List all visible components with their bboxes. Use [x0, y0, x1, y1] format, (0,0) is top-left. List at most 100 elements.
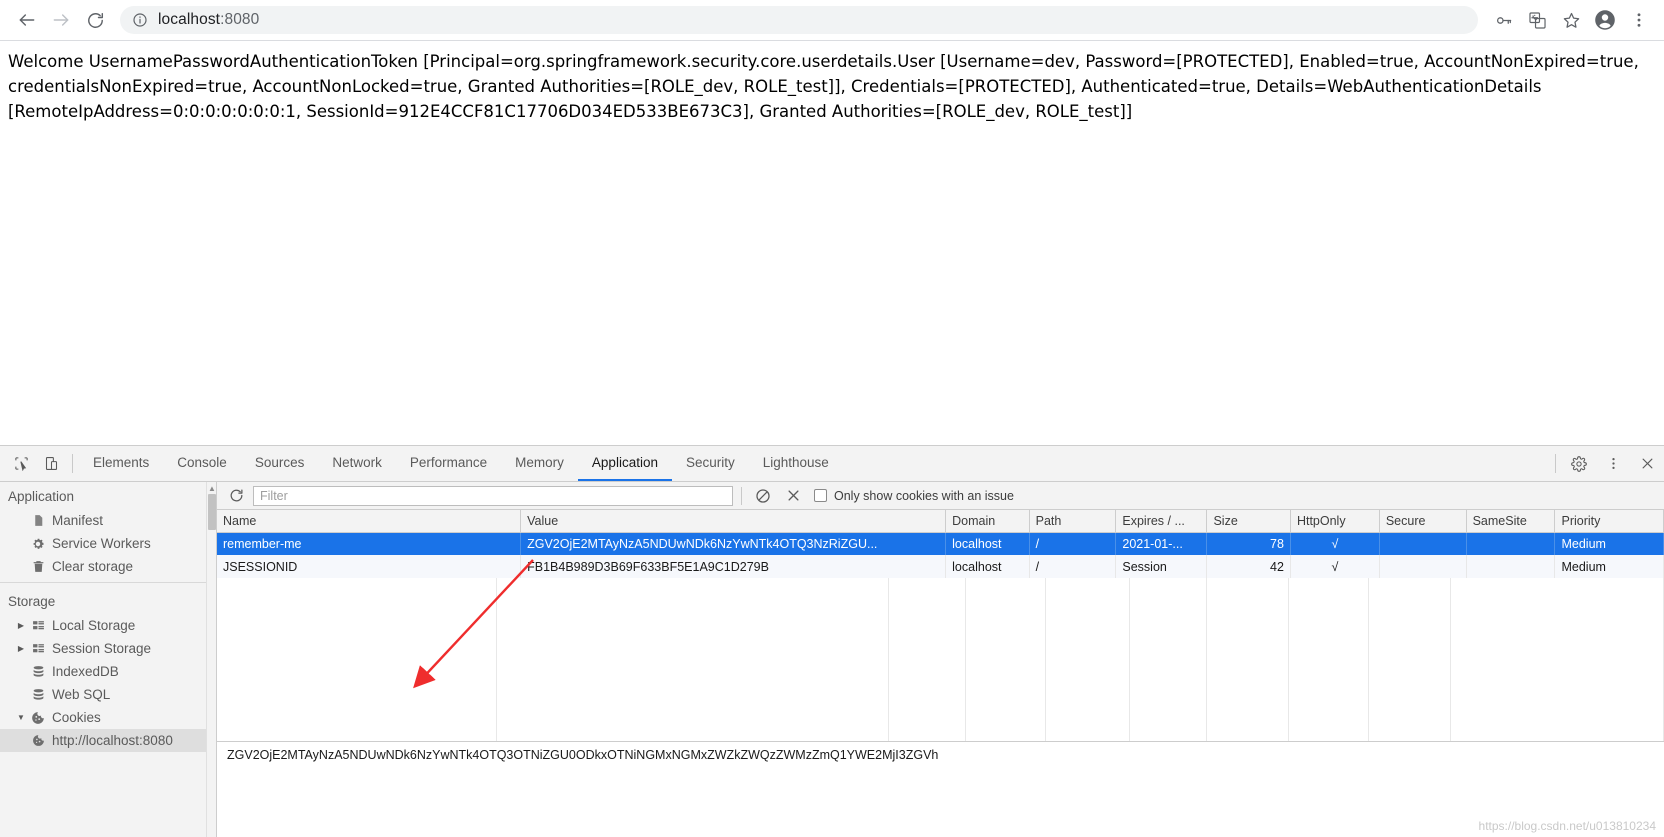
- tab-performance[interactable]: Performance: [396, 446, 501, 481]
- chevron-placeholder-icon: ▶: [14, 667, 28, 676]
- column-header-size[interactable]: Size: [1206, 510, 1291, 533]
- address-bar[interactable]: localhost:8080: [120, 6, 1478, 34]
- only-issues-checkbox[interactable]: Only show cookies with an issue: [814, 489, 1014, 503]
- cell-priority[interactable]: Medium: [1554, 555, 1664, 578]
- sidebar-item-cookies[interactable]: ▼ Cookies: [0, 706, 216, 729]
- more-menu-icon[interactable]: [1624, 5, 1654, 35]
- sidebar-item-indexeddb[interactable]: ▶ IndexedDB: [0, 660, 216, 683]
- cell-priority[interactable]: Medium: [1554, 532, 1664, 555]
- application-sidebar: Application Manifest Service Workers Cle…: [0, 482, 217, 837]
- tab-memory[interactable]: Memory: [501, 446, 578, 481]
- cell-size[interactable]: 42: [1206, 555, 1291, 578]
- forward-button[interactable]: [44, 3, 78, 37]
- column-header-samesite[interactable]: SameSite: [1466, 510, 1556, 533]
- tab-security[interactable]: Security: [672, 446, 749, 481]
- column-header-path[interactable]: Path: [1029, 510, 1117, 533]
- tab-lighthouse[interactable]: Lighthouse: [749, 446, 843, 481]
- cell-size[interactable]: 78: [1206, 532, 1291, 555]
- tab-network[interactable]: Network: [318, 446, 396, 481]
- url-host: localhost: [158, 11, 221, 28]
- cell-httponly[interactable]: √: [1290, 532, 1380, 555]
- checkbox-box[interactable]: [814, 489, 827, 502]
- scrollbar-thumb[interactable]: [208, 494, 216, 530]
- cell-value[interactable]: FB1B4B989D3B69F633BF5E1A9C1D279B: [520, 555, 947, 578]
- password-key-icon[interactable]: [1488, 5, 1518, 35]
- tab-application[interactable]: Application: [577, 446, 672, 481]
- table-row[interactable]: remember-me ZGV2OjE2MTAyNzA5NDUwNDk6NzYw…: [217, 532, 1664, 555]
- cell-domain[interactable]: localhost: [945, 532, 1030, 555]
- cookies-table: Name Value Domain Path Expires / ... Siz…: [217, 510, 1664, 578]
- inspect-element-icon[interactable]: [6, 446, 36, 481]
- cell-secure[interactable]: [1379, 532, 1467, 555]
- clear-all-cookies-icon[interactable]: [750, 484, 776, 508]
- chevron-down-icon[interactable]: ▼: [14, 713, 28, 722]
- device-toolbar-icon[interactable]: [36, 446, 66, 481]
- document-icon: [28, 514, 48, 527]
- sidebar-item-label: Local Storage: [52, 618, 136, 633]
- sidebar-scrollbar[interactable]: ▲: [206, 482, 216, 837]
- sidebar-item-clear-storage[interactable]: Clear storage: [0, 555, 216, 578]
- sidebar-item-label: Cookies: [52, 710, 101, 725]
- fill-column: [1451, 578, 1664, 741]
- sidebar-item-local-storage[interactable]: ▶ Local Storage: [0, 614, 216, 637]
- cell-expires[interactable]: 2021-01-...: [1115, 532, 1208, 555]
- cell-path[interactable]: /: [1029, 555, 1117, 578]
- cell-path[interactable]: /: [1029, 532, 1117, 555]
- page-content: Welcome UsernamePasswordAuthenticationTo…: [0, 41, 1664, 445]
- database-icon: [28, 688, 48, 701]
- sidebar-item-label: IndexedDB: [52, 664, 119, 679]
- gear-icon[interactable]: [1562, 446, 1596, 481]
- tab-sources[interactable]: Sources: [241, 446, 319, 481]
- sidebar-item-label: Clear storage: [52, 559, 134, 574]
- site-information-icon[interactable]: [132, 12, 148, 28]
- sidebar-section-application: Application: [8, 489, 75, 504]
- column-header-value[interactable]: Value: [520, 510, 947, 533]
- column-header-domain[interactable]: Domain: [945, 510, 1030, 533]
- column-header-priority[interactable]: Priority: [1554, 510, 1664, 533]
- chevron-right-icon[interactable]: ▶: [14, 621, 28, 630]
- delete-selected-cookie-icon[interactable]: [780, 484, 806, 508]
- address-bar-text: localhost:8080: [158, 11, 259, 29]
- sidebar-item-cookie-origin[interactable]: http://localhost:8080: [0, 729, 216, 752]
- cell-samesite[interactable]: [1466, 555, 1556, 578]
- cell-value[interactable]: ZGV2OjE2MTAyNzA5NDUwNDk6NzYwNTk4OTQ3NzRi…: [520, 532, 947, 555]
- more-vertical-icon[interactable]: [1596, 446, 1630, 481]
- cell-httponly[interactable]: √: [1290, 555, 1380, 578]
- profile-avatar-icon[interactable]: [1590, 5, 1620, 35]
- column-header-name[interactable]: Name: [217, 510, 522, 533]
- url-port: :8080: [220, 11, 260, 28]
- cell-name[interactable]: JSESSIONID: [217, 555, 522, 578]
- column-header-httponly[interactable]: HttpOnly: [1290, 510, 1380, 533]
- sidebar-item-manifest[interactable]: Manifest: [0, 509, 216, 532]
- actions-divider: [1555, 454, 1556, 473]
- authentication-token-text: Welcome UsernamePasswordAuthenticationTo…: [8, 52, 1639, 121]
- cell-domain[interactable]: localhost: [945, 555, 1030, 578]
- tab-elements[interactable]: Elements: [79, 446, 163, 481]
- translate-icon[interactable]: [1522, 5, 1552, 35]
- scroll-up-icon[interactable]: ▲: [208, 484, 216, 493]
- cell-name[interactable]: remember-me: [217, 532, 522, 555]
- tab-console[interactable]: Console: [163, 446, 241, 481]
- sidebar-item-web-sql[interactable]: ▶ Web SQL: [0, 683, 216, 706]
- bookmark-star-icon[interactable]: [1556, 5, 1586, 35]
- refresh-icon[interactable]: [223, 484, 249, 508]
- table-row[interactable]: JSESSIONID FB1B4B989D3B69F633BF5E1A9C1D2…: [217, 555, 1664, 578]
- column-header-expires[interactable]: Expires / ...: [1115, 510, 1208, 533]
- reload-button[interactable]: [78, 3, 112, 37]
- table-icon: [28, 642, 48, 655]
- sidebar-item-session-storage[interactable]: ▶ Session Storage: [0, 637, 216, 660]
- cell-expires[interactable]: Session: [1115, 555, 1208, 578]
- browser-actions: [1488, 5, 1654, 35]
- fill-column: [889, 578, 966, 741]
- cell-secure[interactable]: [1379, 555, 1467, 578]
- fill-column: [1369, 578, 1451, 741]
- filter-input[interactable]: Filter: [253, 485, 733, 506]
- fill-column: [497, 578, 889, 741]
- sidebar-item-service-workers[interactable]: Service Workers: [0, 532, 216, 555]
- column-header-secure[interactable]: Secure: [1379, 510, 1467, 533]
- chevron-right-icon[interactable]: ▶: [14, 644, 28, 653]
- sidebar-section-storage: Storage: [8, 594, 56, 609]
- close-icon[interactable]: [1630, 446, 1664, 481]
- cell-samesite[interactable]: [1466, 532, 1556, 555]
- back-button[interactable]: [10, 3, 44, 37]
